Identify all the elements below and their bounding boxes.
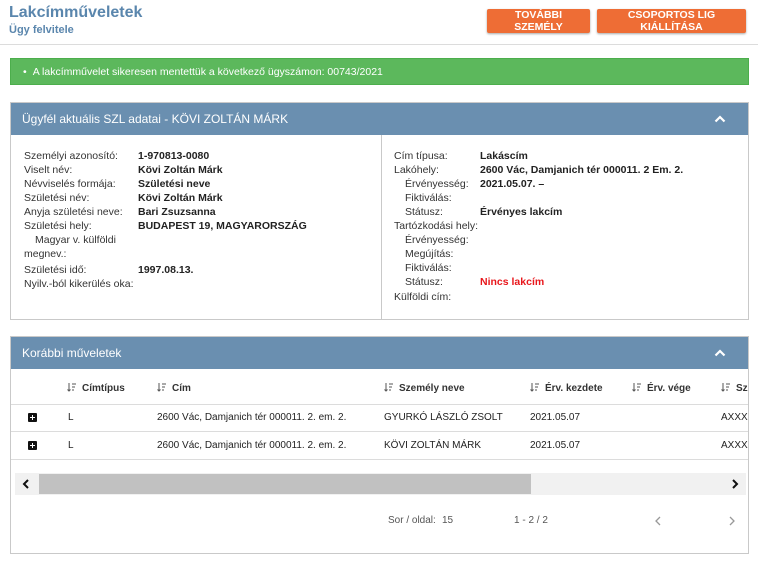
success-alert: • A lakcímművelet sikeresen mentettük a k… [10, 58, 749, 85]
stay-renewal-label: Megújítás: [405, 248, 454, 260]
name-value: Kövi Zoltán Márk [138, 164, 223, 176]
operations-panel-header[interactable]: Korábbi műveletek [11, 337, 748, 369]
personal-data-column: Személyi azonosító: 1-970813-0080 Viselt… [11, 135, 382, 319]
chevron-up-icon[interactable] [714, 113, 726, 125]
mother-name-value: Bari Zsuzsanna [138, 206, 216, 218]
cell-person: GYURKÓ LÁSZLÓ ZSOLT [384, 412, 503, 423]
id-value: 1-970813-0080 [138, 150, 210, 162]
col-header-end[interactable]: Érv. vége [632, 383, 691, 394]
group-issue-button[interactable]: CSOPORTOS LIG KIÁLLÍTÁSA [597, 9, 746, 33]
name-form-value: Születési neve [138, 178, 211, 190]
birth-place-value: BUDAPEST 19, MAGYARORSZÁG [138, 220, 307, 232]
add-person-button[interactable]: TOVÁBBI SZEMÉLY [487, 9, 590, 33]
sort-icon [530, 383, 539, 392]
page-header: Lakcímműveletek Ügy felvitele TOVÁBBI SZ… [0, 0, 758, 45]
page-subtitle: Ügy felvitele [9, 24, 74, 36]
cell-start: 2021.05.07 [530, 412, 581, 423]
client-panel-title: Ügyfél aktuális SZL adatai - KÖVI ZOLTÁN… [22, 112, 289, 126]
expand-row-icon[interactable] [28, 413, 37, 422]
table-row[interactable]: L 2600 Vác, Damjanich tér 000011. 2. em.… [11, 432, 748, 460]
cell-start: 2021.05.07 [530, 440, 581, 451]
birth-date-value: 1997.08.13. [138, 264, 194, 276]
address-type-value: Lakáscím [480, 150, 528, 162]
stay-fiction-label: Fiktiválás: [405, 262, 452, 274]
residence-fiction-label: Fiktiválás: [405, 192, 452, 204]
client-panel-header[interactable]: Ügyfél aktuális SZL adatai - KÖVI ZOLTÁN… [11, 103, 748, 135]
chevron-up-icon[interactable] [714, 347, 726, 359]
mother-name-label: Anyja születési neve: [24, 206, 123, 218]
client-data-panel: Ügyfél aktuális SZL adatai - KÖVI ZOLTÁN… [10, 102, 749, 320]
stay-status-label: Státusz: [405, 276, 443, 288]
col-header-address[interactable]: Cím [157, 383, 191, 394]
col-header-type[interactable]: Címtípus [67, 383, 125, 394]
cell-extra: AXXX [721, 440, 748, 451]
residence-status-label: Státusz: [405, 206, 443, 218]
chevron-right-icon[interactable] [729, 478, 741, 490]
cell-address: 2600 Vác, Damjanich tér 000011. 2. em. 2… [157, 440, 347, 451]
name-label: Viselt név: [24, 164, 73, 176]
operations-panel-title: Korábbi műveletek [22, 346, 122, 360]
hu-foreign-label-2: megnev.: [24, 248, 67, 260]
horizontal-scrollbar[interactable] [15, 473, 746, 495]
residence-status-value: Érvényes lakcím [480, 206, 563, 218]
birth-name-label: Születési név: [24, 192, 90, 204]
residence-validity-label: Érvényesség: [405, 178, 469, 190]
col-header-extra[interactable]: Sz [721, 383, 748, 394]
scrollbar-thumb[interactable] [39, 474, 531, 494]
table-header: Címtípus Cím Személy neve Érv. kezdete É… [11, 369, 748, 405]
stay-validity-label: Érvényesség: [405, 234, 469, 246]
address-type-label: Cím típusa: [394, 150, 448, 162]
sort-icon [632, 383, 641, 392]
sort-icon [384, 383, 393, 392]
stay-place-label: Tartózkodási hely: [394, 220, 479, 232]
table-row[interactable]: L 2600 Vác, Damjanich tér 000011. 2. em.… [11, 404, 748, 432]
stay-status-value: Nincs lakcím [480, 276, 545, 288]
residence-value: 2600 Vác, Damjanich tér 000011. 2 Em. 2. [480, 164, 684, 176]
birth-name-value: Kövi Zoltán Márk [138, 192, 223, 204]
rows-per-page-label: Sor / oldal: [388, 515, 436, 526]
cell-address: 2600 Vác, Damjanich tér 000011. 2. em. 2… [157, 412, 347, 423]
birth-place-label: Születési hely: [24, 220, 92, 232]
page-title: Lakcímműveletek [9, 4, 143, 21]
cell-person: KÖVI ZOLTÁN MÁRK [384, 440, 482, 451]
col-header-person[interactable]: Személy neve [384, 383, 465, 394]
name-form-label: Névviselés formája: [24, 178, 116, 190]
birth-date-label: Születési idő: [24, 264, 87, 276]
cell-extra: AXXX [721, 412, 748, 423]
col-header-start[interactable]: Érv. kezdete [530, 383, 603, 394]
hu-foreign-label: Magyar v. külföldi [35, 234, 116, 246]
removal-reason-label: Nyilv.-ból kikerülés oka: [24, 278, 134, 290]
sort-icon [157, 383, 166, 392]
residence-validity-value: 2021.05.07. – [480, 178, 545, 190]
sort-icon [67, 383, 76, 392]
foreign-address-label: Külföldi cím: [394, 291, 452, 303]
page-range: 1 - 2 / 2 [514, 515, 548, 526]
prev-page-icon[interactable] [653, 515, 663, 527]
cell-type: L [68, 412, 74, 423]
residence-label: Lakóhely: [394, 164, 439, 176]
alert-text: A lakcímművelet sikeresen mentettük a kö… [32, 66, 383, 78]
previous-operations-panel: Korábbi műveletek Címtípus Cím Személy n… [10, 336, 749, 554]
rows-per-page-select[interactable]: 15 [442, 515, 453, 526]
cell-type: L [68, 440, 74, 451]
id-label: Személyi azonosító: [24, 150, 118, 162]
expand-row-icon[interactable] [28, 441, 37, 450]
chevron-left-icon[interactable] [20, 478, 32, 490]
address-data-column: Cím típusa: Lakáscím Lakóhely: 2600 Vác,… [382, 135, 749, 319]
alert-bullet: • [23, 66, 27, 78]
sort-icon [721, 383, 730, 392]
next-page-icon[interactable] [727, 515, 737, 527]
